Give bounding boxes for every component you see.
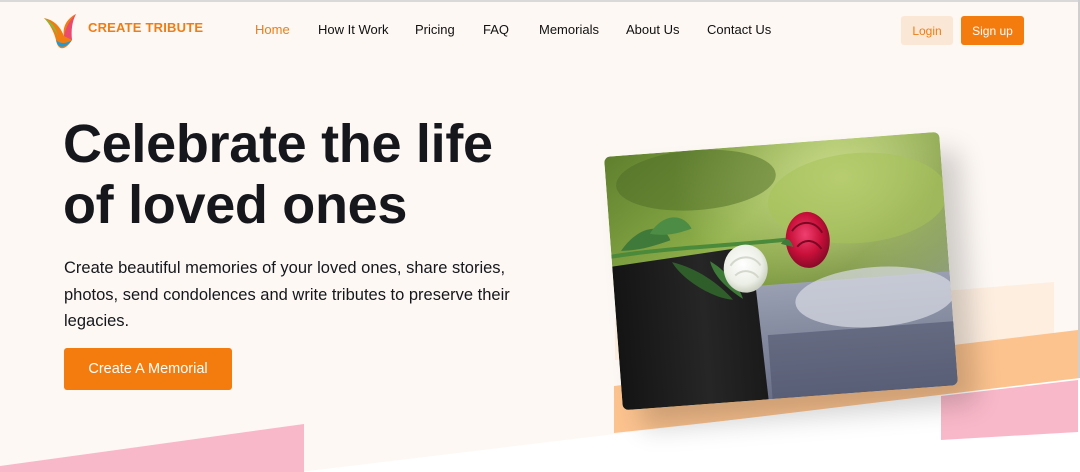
nav-item-about-us[interactable]: About Us bbox=[626, 22, 707, 38]
hero-title-line-1: Celebrate the life bbox=[63, 114, 493, 174]
create-memorial-button[interactable]: Create A Memorial bbox=[64, 348, 232, 390]
hero-photo bbox=[603, 131, 959, 411]
nav-item-memorials[interactable]: Memorials bbox=[539, 22, 626, 38]
pink-right-shape bbox=[941, 380, 1078, 440]
brand-logo[interactable]: CREATE TRIBUTE bbox=[42, 12, 203, 54]
main-nav: Home How It Work Pricing FAQ Memorials A… bbox=[255, 22, 787, 38]
nav-item-home[interactable]: Home bbox=[255, 22, 318, 38]
pink-left-shape bbox=[0, 424, 304, 472]
top-border bbox=[0, 0, 1080, 2]
signup-button[interactable]: Sign up bbox=[961, 16, 1024, 45]
nav-item-contact-us[interactable]: Contact Us bbox=[707, 22, 787, 38]
login-button[interactable]: Login bbox=[901, 16, 953, 45]
nav-item-pricing[interactable]: Pricing bbox=[415, 22, 483, 38]
nav-item-faq[interactable]: FAQ bbox=[483, 22, 539, 38]
nav-item-how-it-work[interactable]: How It Work bbox=[318, 22, 415, 38]
roses-photo-image bbox=[603, 131, 959, 411]
bird-logo-icon bbox=[44, 14, 76, 49]
hero-subtitle: Create beautiful memories of your loved … bbox=[64, 259, 510, 330]
brand-name: CREATE TRIBUTE bbox=[88, 19, 204, 35]
hero-title-line-2: of loved ones bbox=[63, 175, 408, 235]
hero-title: Celebrate the life of loved ones bbox=[63, 114, 583, 236]
